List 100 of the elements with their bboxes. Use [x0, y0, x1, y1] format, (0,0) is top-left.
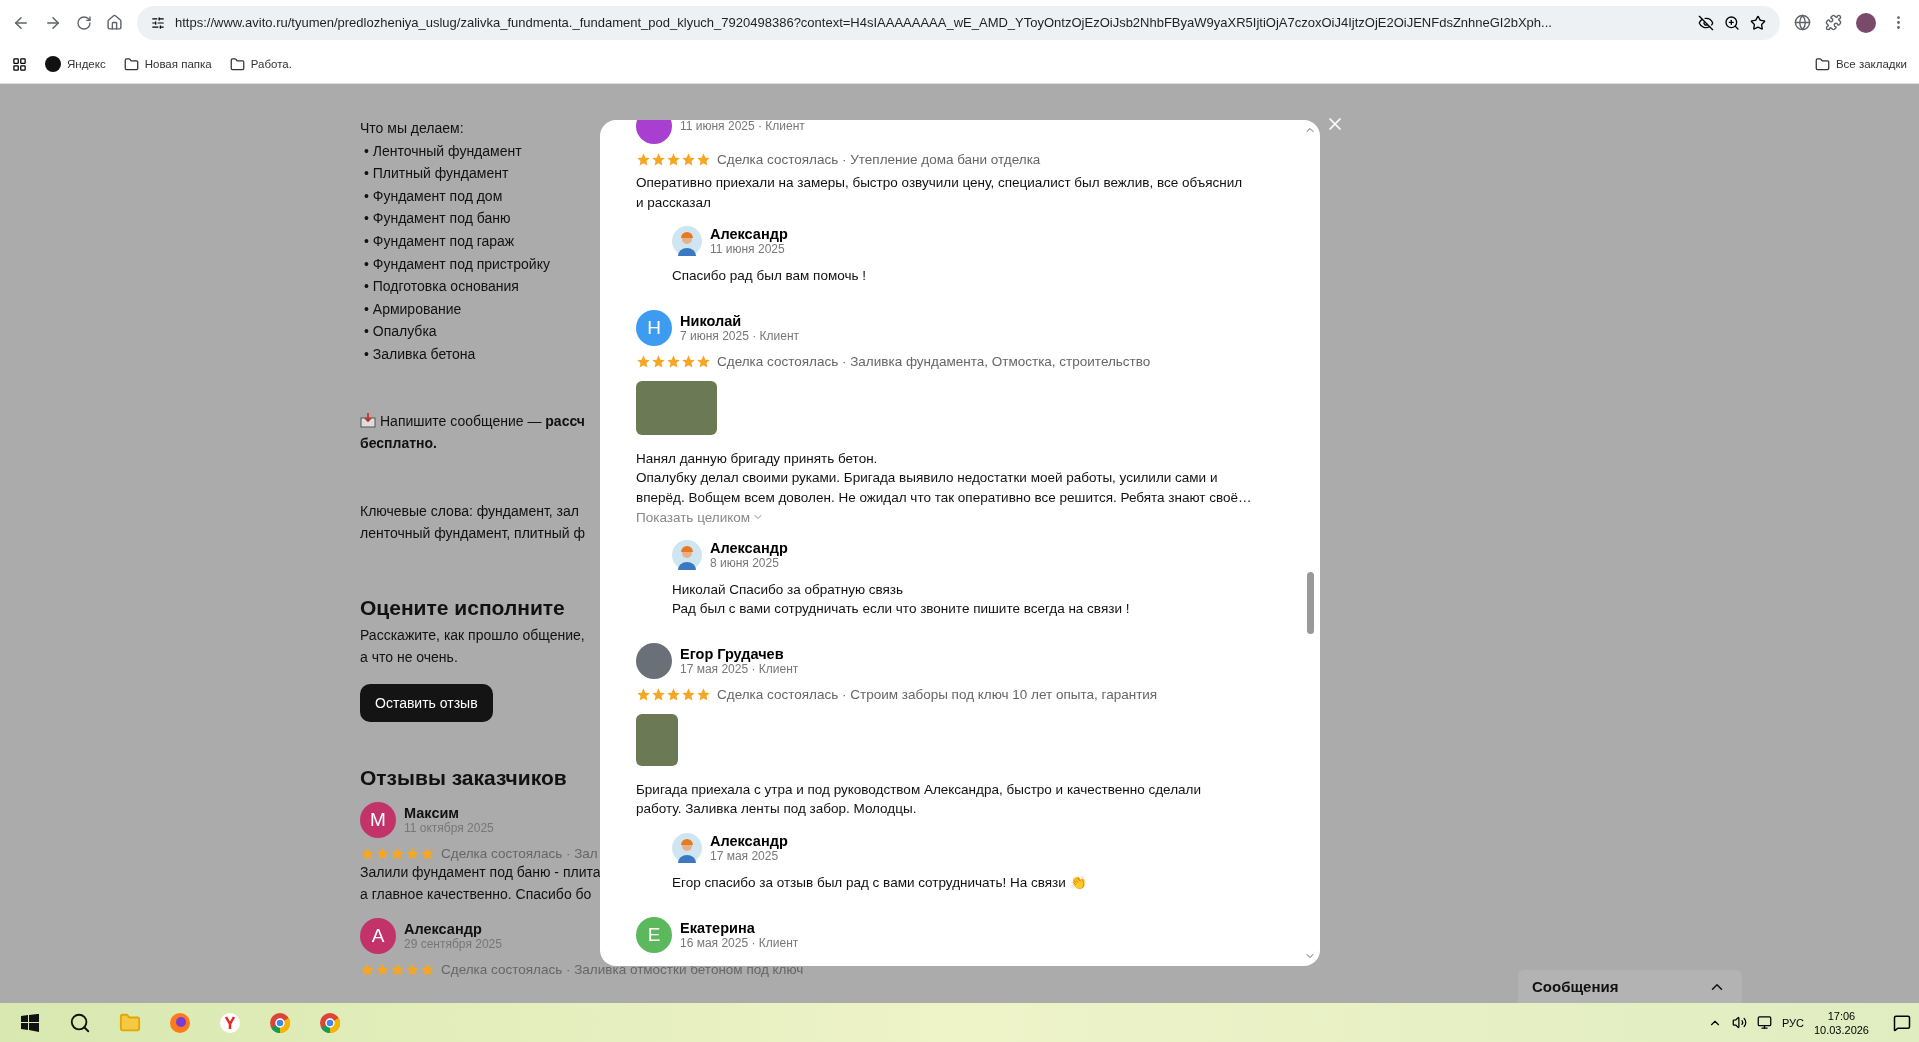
- profile-avatar[interactable]: [1856, 12, 1876, 33]
- messages-label: Сообщения: [1532, 978, 1619, 995]
- replier-name: Александр: [710, 832, 788, 849]
- service-item: • Фундамент под пристройку: [363, 254, 550, 274]
- keywords-text: Ключевые слова: фундамент, зал: [360, 501, 580, 521]
- services-heading: Что мы делаем:: [360, 119, 464, 138]
- star-icon: [681, 686, 696, 702]
- star-icon: [375, 845, 390, 861]
- service-item: • Фундамент под дом: [363, 186, 503, 206]
- site-settings-icon[interactable]: [151, 15, 165, 30]
- review-text: вперёд. Вобщем всем доволен. Не ожидал что так оперативно все решится. Ребята знают своё…: [636, 488, 1253, 507]
- star-icon: [420, 845, 435, 861]
- star-icon: [360, 961, 375, 977]
- star-icon: [681, 152, 696, 167]
- worker-avatar: [672, 226, 702, 257]
- reply-text: Рад был с вами сотрудничать если что звоните пишите всегда на связи !: [672, 600, 1131, 619]
- leave-review-button[interactable]: Оставить отзыв: [360, 683, 493, 722]
- star-icon: [666, 353, 681, 369]
- reply-date: 11 июня 2025: [710, 242, 786, 257]
- bookmark-link[interactable]: Новая папка: [123, 56, 212, 72]
- service-item: • Фундамент под баню: [363, 209, 511, 229]
- star-icon: [420, 961, 435, 977]
- folder-icon: [1814, 56, 1830, 72]
- firefox-icon[interactable]: [169, 1011, 191, 1034]
- messages-panel[interactable]: Сообщения: [1518, 970, 1742, 1003]
- photo-placeholder[interactable]: [636, 380, 717, 435]
- star-icon: [666, 686, 681, 702]
- star-icon: [696, 152, 711, 167]
- reviewer-name: Егор Грудачев: [680, 645, 785, 662]
- yandex-browser-icon[interactable]: [219, 1011, 241, 1034]
- review-text: Нанял данную бригаду принять бетон.: [636, 449, 879, 468]
- reply-date: 17 мая 2025: [710, 848, 779, 863]
- reviewer-name: Екатерина: [680, 919, 756, 936]
- bookmark-link[interactable]: Яндекс: [45, 56, 106, 72]
- star-icon: [390, 845, 405, 861]
- show-more-link[interactable]: Показать целиком: [636, 509, 765, 525]
- bookmark-link[interactable]: Работа.: [229, 56, 292, 72]
- address-bar[interactable]: https://www.avito.ru/tyumen/predlozheniya_uslug/zalivka_fundmenta._fundament_pod_klyuch_7920498386?context=H4sIAAAAAAAA_wE_AMD_YToyOntzOjEzOiJsb2NhbFByaW9yaXR5IjtiOjA7czoxOiJ4IjtzOjE2OiJENFdsZnhneGI2bXph...: [137, 5, 1780, 40]
- review-text: Залили фундамент под баню - плита: [360, 862, 601, 882]
- review-text: Бригада приехала с утра и под руководством Александра, быстро и качественно сделали: [636, 780, 1202, 799]
- review-meta: 11 июня 2025 · Клиент: [680, 120, 805, 133]
- review-text: Оперативно приехали на замеры, быстро озвучили цену, специалист был вежлив, все объяснил: [636, 174, 1244, 192]
- review-text: Опалубку делал своими руками. Бригада выявило недостатки моей работы, усилили сами и: [636, 469, 1219, 488]
- cta-text: Напишите сообщение — рассч: [380, 411, 585, 431]
- extensions-icon[interactable]: [1825, 14, 1842, 31]
- star-icon: [696, 353, 711, 369]
- reviewer-name: Николай: [680, 312, 743, 329]
- windows-start-icon[interactable]: [21, 1013, 39, 1032]
- deal-info: Сделка состоялась · Утепление дома бани отделка: [717, 152, 1041, 167]
- apps-grid-icon[interactable]: [12, 56, 27, 72]
- eye-off-icon[interactable]: [1698, 14, 1714, 31]
- folder-icon: [229, 56, 245, 72]
- globe-icon[interactable]: [1794, 14, 1811, 31]
- star-icon: [651, 152, 666, 167]
- service-item: • Плитный фундамент: [363, 164, 509, 184]
- service-item: • Ленточный фундамент: [363, 141, 522, 161]
- keywords-text: ленточный фундамент, плитный ф: [360, 523, 586, 543]
- replier-name: Александр: [710, 539, 788, 556]
- letter-avatar: М: [360, 801, 396, 838]
- deal-info: Сделка состоялась · Зал: [441, 845, 598, 861]
- star-icon: [636, 686, 651, 702]
- photo-avatar: [636, 642, 672, 679]
- clock-time[interactable]: 17:06: [1827, 1008, 1856, 1023]
- photo-placeholder[interactable]: [636, 713, 678, 766]
- all-bookmarks-link[interactable]: Все закладки: [1814, 56, 1907, 72]
- reply-date: 8 июня 2025: [710, 555, 779, 570]
- review-meta: 16 мая 2025 · Клиент: [680, 935, 799, 950]
- letter-avatar: А: [360, 917, 396, 954]
- reviews-heading: Отзывы заказчиков: [360, 765, 567, 790]
- reply-text: Егор спасибо за отзыв был рад с вами сотрудничать! На связи 👏: [672, 873, 1088, 892]
- notifications-icon[interactable]: [1893, 1013, 1911, 1032]
- star-icon: [390, 961, 405, 977]
- zoom-icon[interactable]: [1724, 14, 1740, 31]
- language-indicator[interactable]: РУС: [1781, 1016, 1804, 1029]
- clock-date[interactable]: 10.03.2026: [1813, 1022, 1869, 1037]
- chrome-icon[interactable]: [319, 1011, 341, 1034]
- replier-name: Александр: [710, 226, 788, 243]
- service-item: • Фундамент под гараж: [363, 231, 515, 251]
- network-icon[interactable]: [1756, 1015, 1772, 1030]
- home-button[interactable]: [106, 14, 123, 31]
- review-text: а главное качественно. Спасибо бо: [360, 885, 593, 905]
- inbox-tray-icon: [360, 413, 376, 429]
- reviewer-name: Александр: [404, 920, 483, 937]
- chrome-icon[interactable]: [269, 1011, 291, 1034]
- scrollbar-thumb[interactable]: [1307, 572, 1314, 634]
- review-text: и рассказал: [636, 193, 712, 212]
- star-icon: [636, 353, 651, 369]
- star-icon: [360, 845, 375, 861]
- reviewer-name: Максим: [404, 804, 461, 821]
- reload-button[interactable]: [76, 14, 92, 31]
- star-icon: [405, 961, 420, 977]
- star-icon: [651, 353, 666, 369]
- volume-icon[interactable]: [1731, 1015, 1747, 1030]
- reply-text: Николай Спасибо за обратную связь: [672, 580, 905, 599]
- bookmark-star-icon[interactable]: [1750, 14, 1766, 31]
- worker-avatar: [672, 539, 702, 570]
- service-item: • Заливка бетона: [363, 344, 476, 364]
- search-icon[interactable]: [69, 1011, 91, 1034]
- star-icon: [405, 845, 420, 861]
- service-item: • Опалубка: [363, 322, 437, 342]
